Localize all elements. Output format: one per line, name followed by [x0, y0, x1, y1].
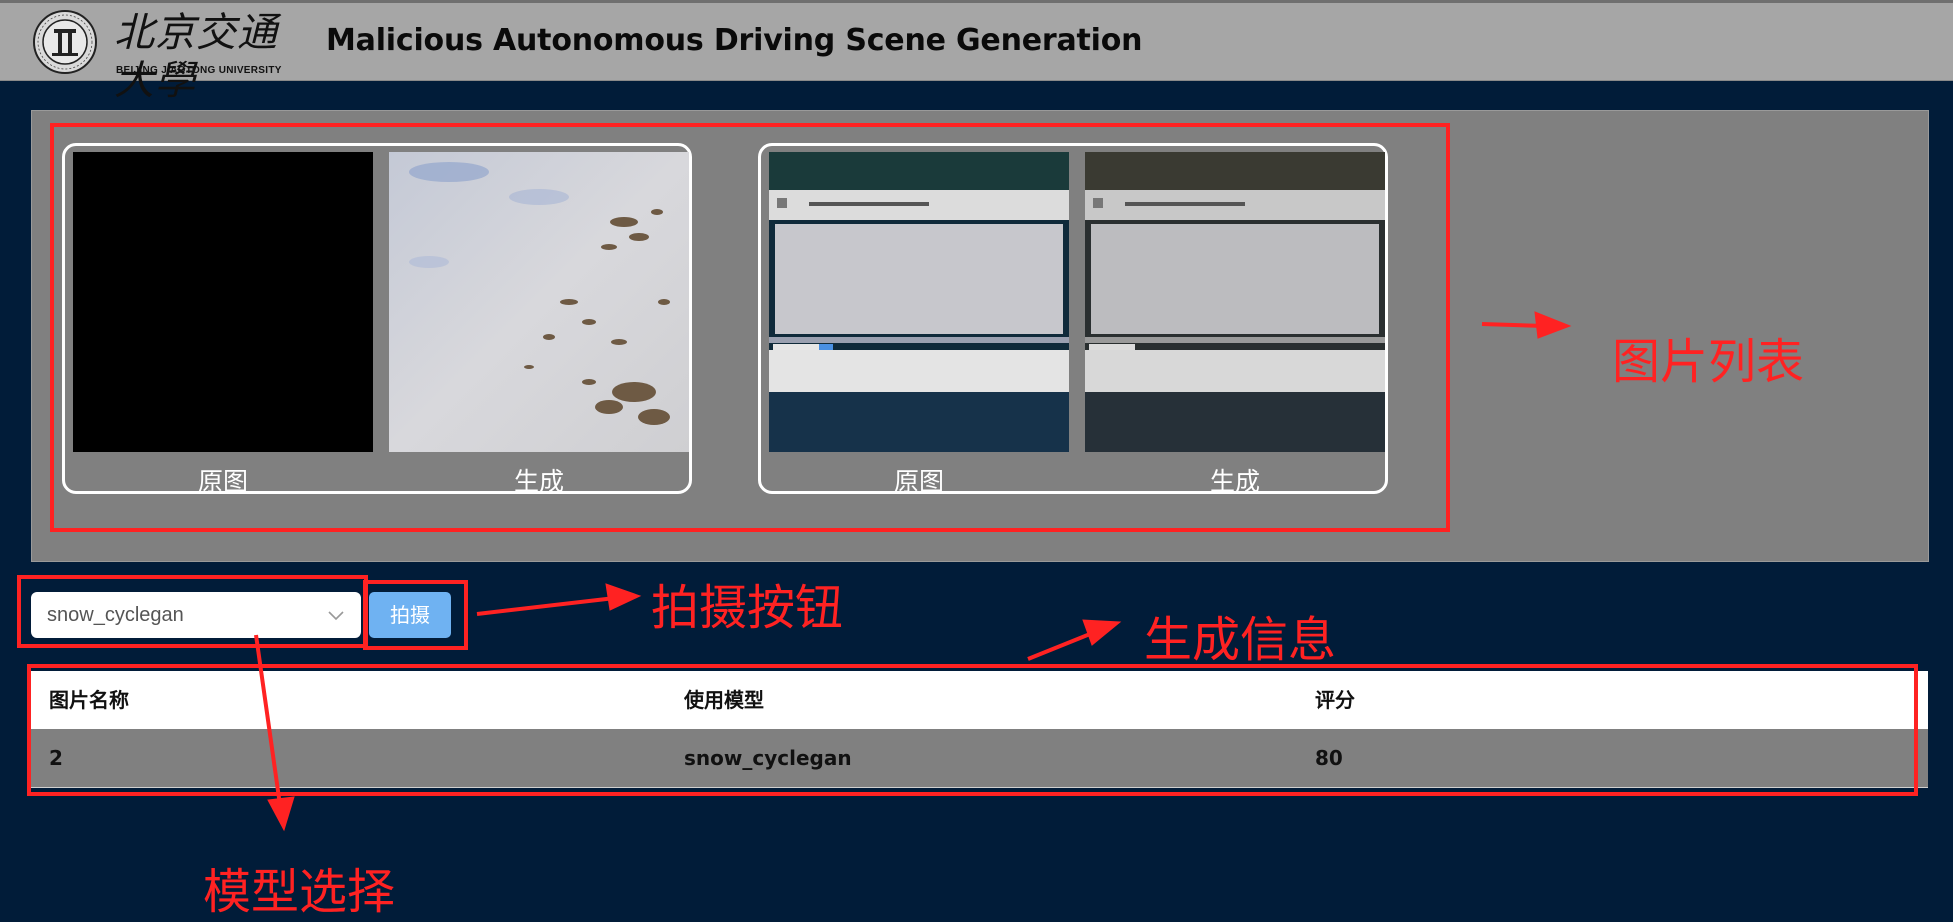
annotation-box-generation-info [27, 664, 1918, 796]
app-header: 北京交通大學 BEIJING JIAOTONG UNIVERSITY Malic… [0, 3, 1953, 104]
university-logo-text: 北京交通大學 [114, 10, 278, 104]
annotation-label-shoot-button: 拍摄按钮 [651, 580, 844, 636]
annotation-label-generation-info: 生成信息 [1144, 612, 1337, 668]
annotation-label-image-list: 图片列表 [1612, 334, 1805, 390]
university-english-name: BEIJING JIAOTONG UNIVERSITY [116, 65, 282, 76]
annotation-box-shoot-button [363, 580, 468, 650]
page-title: Malicious Autonomous Driving Scene Gener… [326, 23, 1143, 58]
university-seal-icon [33, 10, 97, 74]
annotation-box-model-select [17, 575, 368, 648]
annotation-label-model-select: 模型选择 [203, 864, 396, 920]
annotation-box-image-list [50, 123, 1450, 532]
